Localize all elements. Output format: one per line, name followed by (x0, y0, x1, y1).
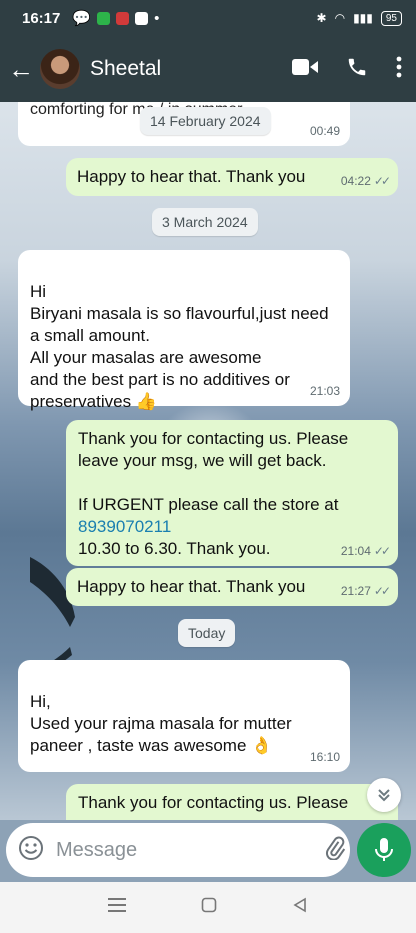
system-navigation-bar (0, 882, 416, 933)
phone-link[interactable]: 8939070211 (78, 516, 388, 538)
scroll-to-bottom-button[interactable] (367, 778, 401, 812)
chat-notification-icon: 💬 (72, 10, 92, 27)
read-receipt-icon: ✓✓ (373, 174, 391, 188)
message-text: Hi Biryani masala is so flavourful,just … (30, 282, 329, 411)
avatar[interactable] (40, 49, 80, 89)
message-time: 21:27 (340, 584, 371, 598)
battery-indicator: 95 (380, 10, 402, 26)
message-meta: 04:22 ✓✓ (340, 170, 391, 192)
app-notification-icon (97, 11, 111, 25)
date-chip: Today (178, 619, 236, 647)
wifi-icon: ◠ (334, 11, 346, 25)
youtube-notification-icon (135, 11, 149, 25)
message-text: If URGENT please call the store at (78, 495, 339, 514)
attach-icon[interactable] (323, 836, 347, 865)
signal-icon: ▮▮▮ (353, 11, 373, 25)
voice-message-button[interactable] (357, 823, 411, 877)
message-text: Thank you for contacting us. Please (78, 793, 349, 812)
read-receipt-icon: ✓✓ (373, 544, 391, 558)
message-meta: 21:27 ✓✓ (340, 580, 391, 602)
message-text: Happy to hear that. Thank you (77, 167, 306, 186)
message-time: 21:04 (340, 544, 371, 558)
sos-notification-icon (116, 11, 130, 25)
more-options-icon[interactable] (396, 56, 402, 83)
chat-area[interactable]: comforting for me / in summer 00:49 14 F… (0, 102, 416, 820)
emoji-icon[interactable] (18, 835, 44, 866)
message-bubble-outgoing[interactable]: Happy to hear that. Thank you 04:22 ✓✓ (66, 158, 398, 196)
chat-header: ← Sheetal (0, 36, 416, 102)
compose-bar (0, 820, 416, 882)
message-text: Happy to hear that. Thank you (77, 577, 306, 596)
read-receipt-icon: ✓✓ (373, 584, 391, 598)
message-bubble-outgoing[interactable]: Thank you for contacting us. Please leav… (66, 420, 398, 566)
message-time: 21:03 (309, 384, 340, 398)
message-input[interactable] (54, 837, 323, 863)
date-chip: 3 March 2024 (152, 208, 258, 236)
back-icon[interactable] (292, 897, 308, 918)
message-time: 16:10 (309, 750, 340, 764)
message-meta: 21:04 ✓✓ (340, 540, 391, 562)
message-time: 00:49 (309, 124, 340, 138)
message-bubble-incoming[interactable]: Hi Biryani masala is so flavourful,just … (18, 250, 350, 411)
message-text: Hi, Used your rajma masala for mutter pa… (30, 692, 292, 755)
message-time: 04:22 (340, 174, 371, 188)
microphone-icon (375, 838, 393, 861)
double-chevron-down-icon (378, 789, 390, 802)
message-input-container (6, 823, 388, 877)
message-bubble-outgoing[interactable]: Thank you for contacting us. Please (66, 784, 398, 820)
message-bubble-outgoing[interactable]: Happy to hear that. Thank you 21:27 ✓✓ (66, 568, 398, 606)
date-chip: 14 February 2024 (140, 107, 271, 135)
message-bubble-incoming[interactable]: Hi, Used your rajma masala for mutter pa… (18, 660, 350, 772)
message-text: Thank you for contacting us. Please leav… (78, 429, 349, 470)
back-arrow-icon[interactable]: ← (8, 54, 34, 85)
status-bar: 16:17 💬 • ✱ ◠ ▮▮▮ 95 (0, 0, 416, 36)
status-time: 16:17 (22, 9, 61, 27)
voice-call-icon[interactable] (346, 56, 368, 83)
home-icon[interactable] (201, 897, 217, 918)
recent-apps-icon[interactable] (107, 897, 126, 918)
video-call-icon[interactable] (292, 58, 318, 81)
more-notifications-icon: • (154, 9, 160, 27)
contact-name[interactable]: Sheetal (90, 57, 292, 81)
bluetooth-icon: ✱ (316, 11, 327, 25)
